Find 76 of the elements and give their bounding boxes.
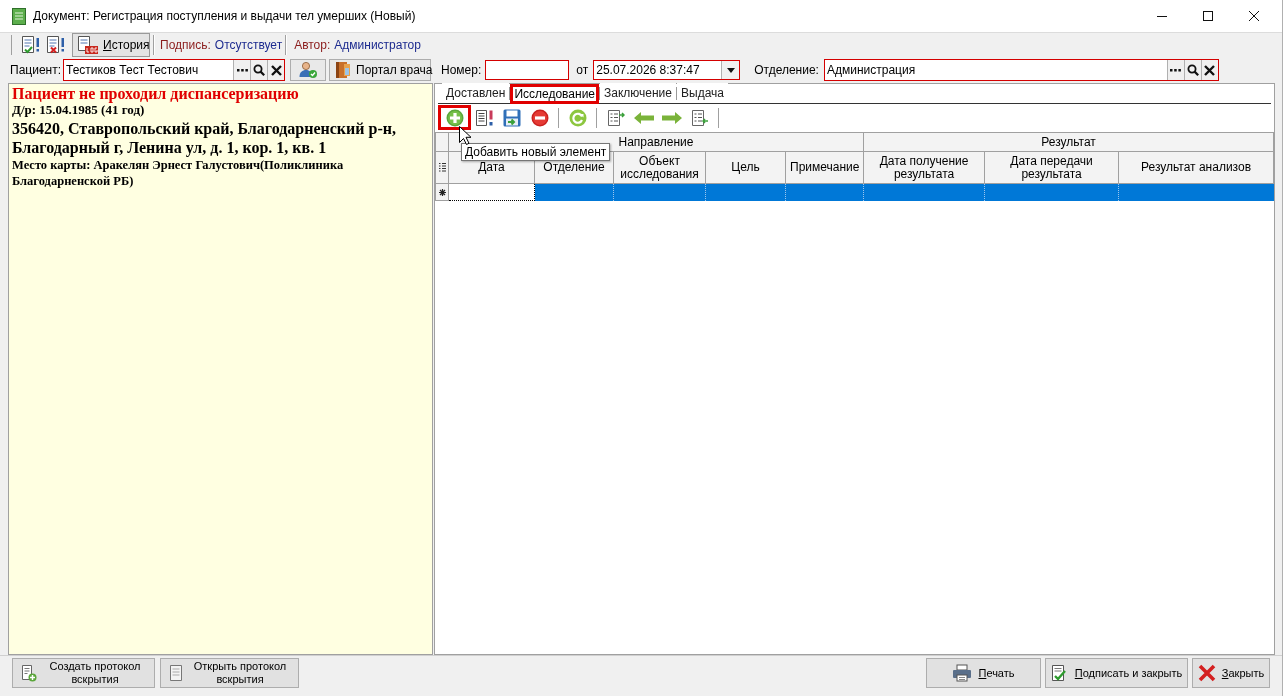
minus-icon [531, 108, 549, 127]
patient-label: Пациент: [10, 62, 61, 79]
print-button[interactable]: Печать [926, 658, 1041, 688]
create-protocol-button[interactable]: Создать протокол вскрытия [12, 658, 155, 688]
author-label: Автор: [294, 37, 331, 54]
list-document-icon [691, 108, 709, 127]
ellipsis-icon [1170, 68, 1182, 72]
document-cross-icon [46, 35, 66, 55]
document-plus-icon [21, 664, 37, 682]
cursor-icon [459, 126, 471, 145]
date-label: от [576, 62, 589, 79]
document-check-icon [21, 35, 41, 55]
document-check-icon [1050, 664, 1069, 682]
close-icon [1249, 11, 1259, 21]
unsign-button[interactable] [45, 34, 67, 56]
column-header[interactable]: Объект исследования [613, 151, 706, 184]
more-button[interactable] [233, 60, 250, 80]
close-icon [1197, 664, 1216, 682]
user-check-icon [298, 61, 318, 79]
tab[interactable]: Выдача [677, 83, 728, 103]
column-header[interactable]: Дата получение результата [863, 151, 985, 184]
book-icon [335, 61, 351, 79]
column-header[interactable]: Дата передачи результата [984, 151, 1119, 184]
open-protocol-button[interactable]: Открыть протокол вскрытия [160, 658, 299, 688]
ellipsis-icon [236, 68, 248, 72]
asterisk-icon [438, 188, 446, 196]
log-document-icon [77, 35, 99, 55]
signature-label: Подпись: [160, 37, 211, 54]
search-icon [253, 64, 265, 76]
document-edit-icon [475, 108, 495, 127]
clear-button[interactable] [267, 60, 284, 80]
card-location: Место карты: Аракелян Эрнест Галустович(Поликлиника Благодарненской РБ) [12, 157, 345, 189]
document-icon [12, 7, 26, 25]
arrow-left-icon [634, 111, 654, 124]
sign-and-close-button[interactable]: Подписать и закрыть [1045, 658, 1188, 688]
window-title: Документ: Регистрация поступления и выдачи тел умерших (Новый) [33, 8, 416, 25]
number-field[interactable] [485, 60, 570, 80]
column-group-header: Результат [863, 132, 1274, 152]
sign-button[interactable] [20, 34, 42, 56]
printer-icon [952, 664, 973, 682]
column-header[interactable]: Результат анализов [1118, 151, 1274, 184]
plus-icon [445, 108, 464, 127]
tab[interactable]: Исследование [510, 84, 599, 104]
signature-status: Отсутствует [214, 37, 283, 54]
patient-address: 356420, Ставропольский край, Благодарненский р-н, Благодарный г, Ленина ул, д. 1, кор. 1, кв. 1 [12, 119, 397, 157]
search-button[interactable] [250, 60, 267, 80]
tab[interactable]: Доставлен [442, 83, 510, 103]
close-button[interactable]: Закрыть [1192, 658, 1270, 688]
save-icon [503, 108, 521, 127]
search-icon [1186, 64, 1199, 76]
dispensary-warning: Пациент не проходил диспансеризацию [12, 85, 300, 102]
history-button[interactable]: История [72, 33, 150, 57]
department-label: Отделение: [754, 62, 819, 79]
close-icon [270, 64, 282, 76]
more-button[interactable] [1166, 60, 1184, 80]
document-icon [169, 664, 183, 682]
tooltip: Добавить новый элемент [461, 143, 611, 161]
caret-icon [726, 67, 735, 73]
doctor-portal-button[interactable]: Портал врача [329, 59, 431, 81]
number-label: Номер: [441, 62, 482, 79]
column-header[interactable]: Цель [705, 151, 786, 184]
dropdown-button[interactable] [721, 61, 740, 79]
birth-date: Д/р: 15.04.1985 (41 год) [12, 102, 145, 118]
patient-field[interactable]: Тестиков Тест Тестович [63, 59, 285, 81]
date-field[interactable]: 25.07.2026 8:37:47 [593, 60, 741, 80]
refresh-icon [569, 108, 587, 127]
minimize-icon [1157, 15, 1167, 17]
patient-check-button[interactable] [290, 59, 326, 81]
department-field[interactable]: Администрация [823, 59, 1219, 81]
list-document-icon [607, 108, 625, 127]
column-header[interactable]: Примечание [785, 151, 864, 184]
maximize-icon [1203, 11, 1213, 21]
author-name: Администратор [334, 37, 421, 54]
arrow-right-icon [662, 111, 682, 124]
list-icon [438, 163, 446, 172]
close-icon [1204, 64, 1216, 76]
